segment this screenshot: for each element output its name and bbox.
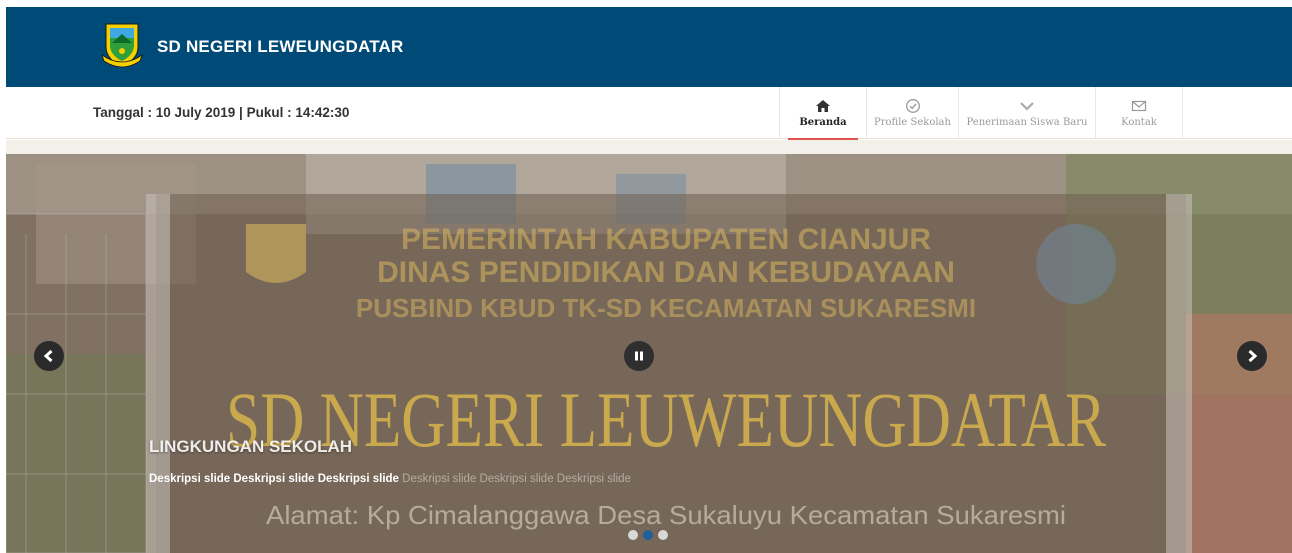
slider-next-button[interactable] [1237, 341, 1267, 371]
slider-dot[interactable] [628, 530, 638, 540]
slider-dot-active[interactable] [643, 530, 653, 540]
nav-label: Penerimaan Siswa Baru [966, 117, 1088, 128]
photo-sign-line1: PEMERINTAH KABUPATEN CIANJUR [401, 223, 931, 256]
slide-caption-text-faded: Deskripsi slide Deskripsi slide Deskrips… [402, 473, 631, 485]
school-logo[interactable] [98, 21, 146, 69]
site-title[interactable]: SD NEGERI LEWEUNGDATAR [157, 37, 404, 57]
info-bar: Tanggal : 10 July 2019 | Pukul : 14:42:3… [6, 87, 1292, 140]
nav-item-kontak[interactable]: Kontak [1095, 87, 1183, 139]
slide-caption-description: Deskripsi slide Deskripsi slide Deskrips… [149, 473, 631, 485]
slide-caption-text: Deskripsi slide Deskripsi slide Deskrips… [149, 473, 399, 485]
slide-caption-title: LINGKUNGAN SEKOLAH [149, 437, 353, 456]
chevron-down-icon [1020, 102, 1034, 111]
nav-label: Profile Sekolah [874, 117, 951, 128]
slider-pause-button[interactable] [624, 341, 654, 371]
photo-sign-address: Alamat: Kp Cimalanggawa Desa Sukaluyu Ke… [266, 500, 1066, 530]
photo-sign-line2: DINAS PENDIDIKAN DAN KEBUDAYAAN [377, 256, 955, 289]
check-circle-icon [905, 99, 920, 113]
divider-strip [6, 140, 1292, 154]
home-icon [816, 100, 830, 112]
slider-prev-button[interactable] [34, 341, 64, 371]
photo-sign-line3: PUSBIND KBUD TK-SD KECAMATAN SUKARESMI [356, 293, 976, 323]
nav-item-profile-sekolah[interactable]: Profile Sekolah [866, 87, 958, 139]
site-header: SD NEGERI LEWEUNGDATAR [6, 7, 1292, 87]
main-nav: Beranda Profile Sekolah Penerimaan Siswa… [779, 87, 1183, 140]
slider-pagination [628, 530, 668, 540]
nav-item-penerimaan-siswa-baru[interactable]: Penerimaan Siswa Baru [958, 87, 1095, 139]
photo-sign-main: SD NEGERI LEUWEUNGDATAR [226, 376, 1106, 463]
pause-icon [635, 351, 643, 361]
hero-slider[interactable]: PEMERINTAH KABUPATEN CIANJUR DINAS PENDI… [6, 154, 1292, 553]
chevron-left-icon [43, 349, 53, 363]
slider-dot[interactable] [658, 530, 668, 540]
chevron-right-icon [1248, 349, 1258, 363]
nav-label: Kontak [1121, 117, 1157, 128]
nav-label: Beranda [799, 117, 847, 128]
date-time-display: Tanggal : 10 July 2019 | Pukul : 14:42:3… [93, 105, 350, 120]
nav-item-beranda[interactable]: Beranda [779, 87, 866, 140]
envelope-icon [1131, 100, 1147, 112]
